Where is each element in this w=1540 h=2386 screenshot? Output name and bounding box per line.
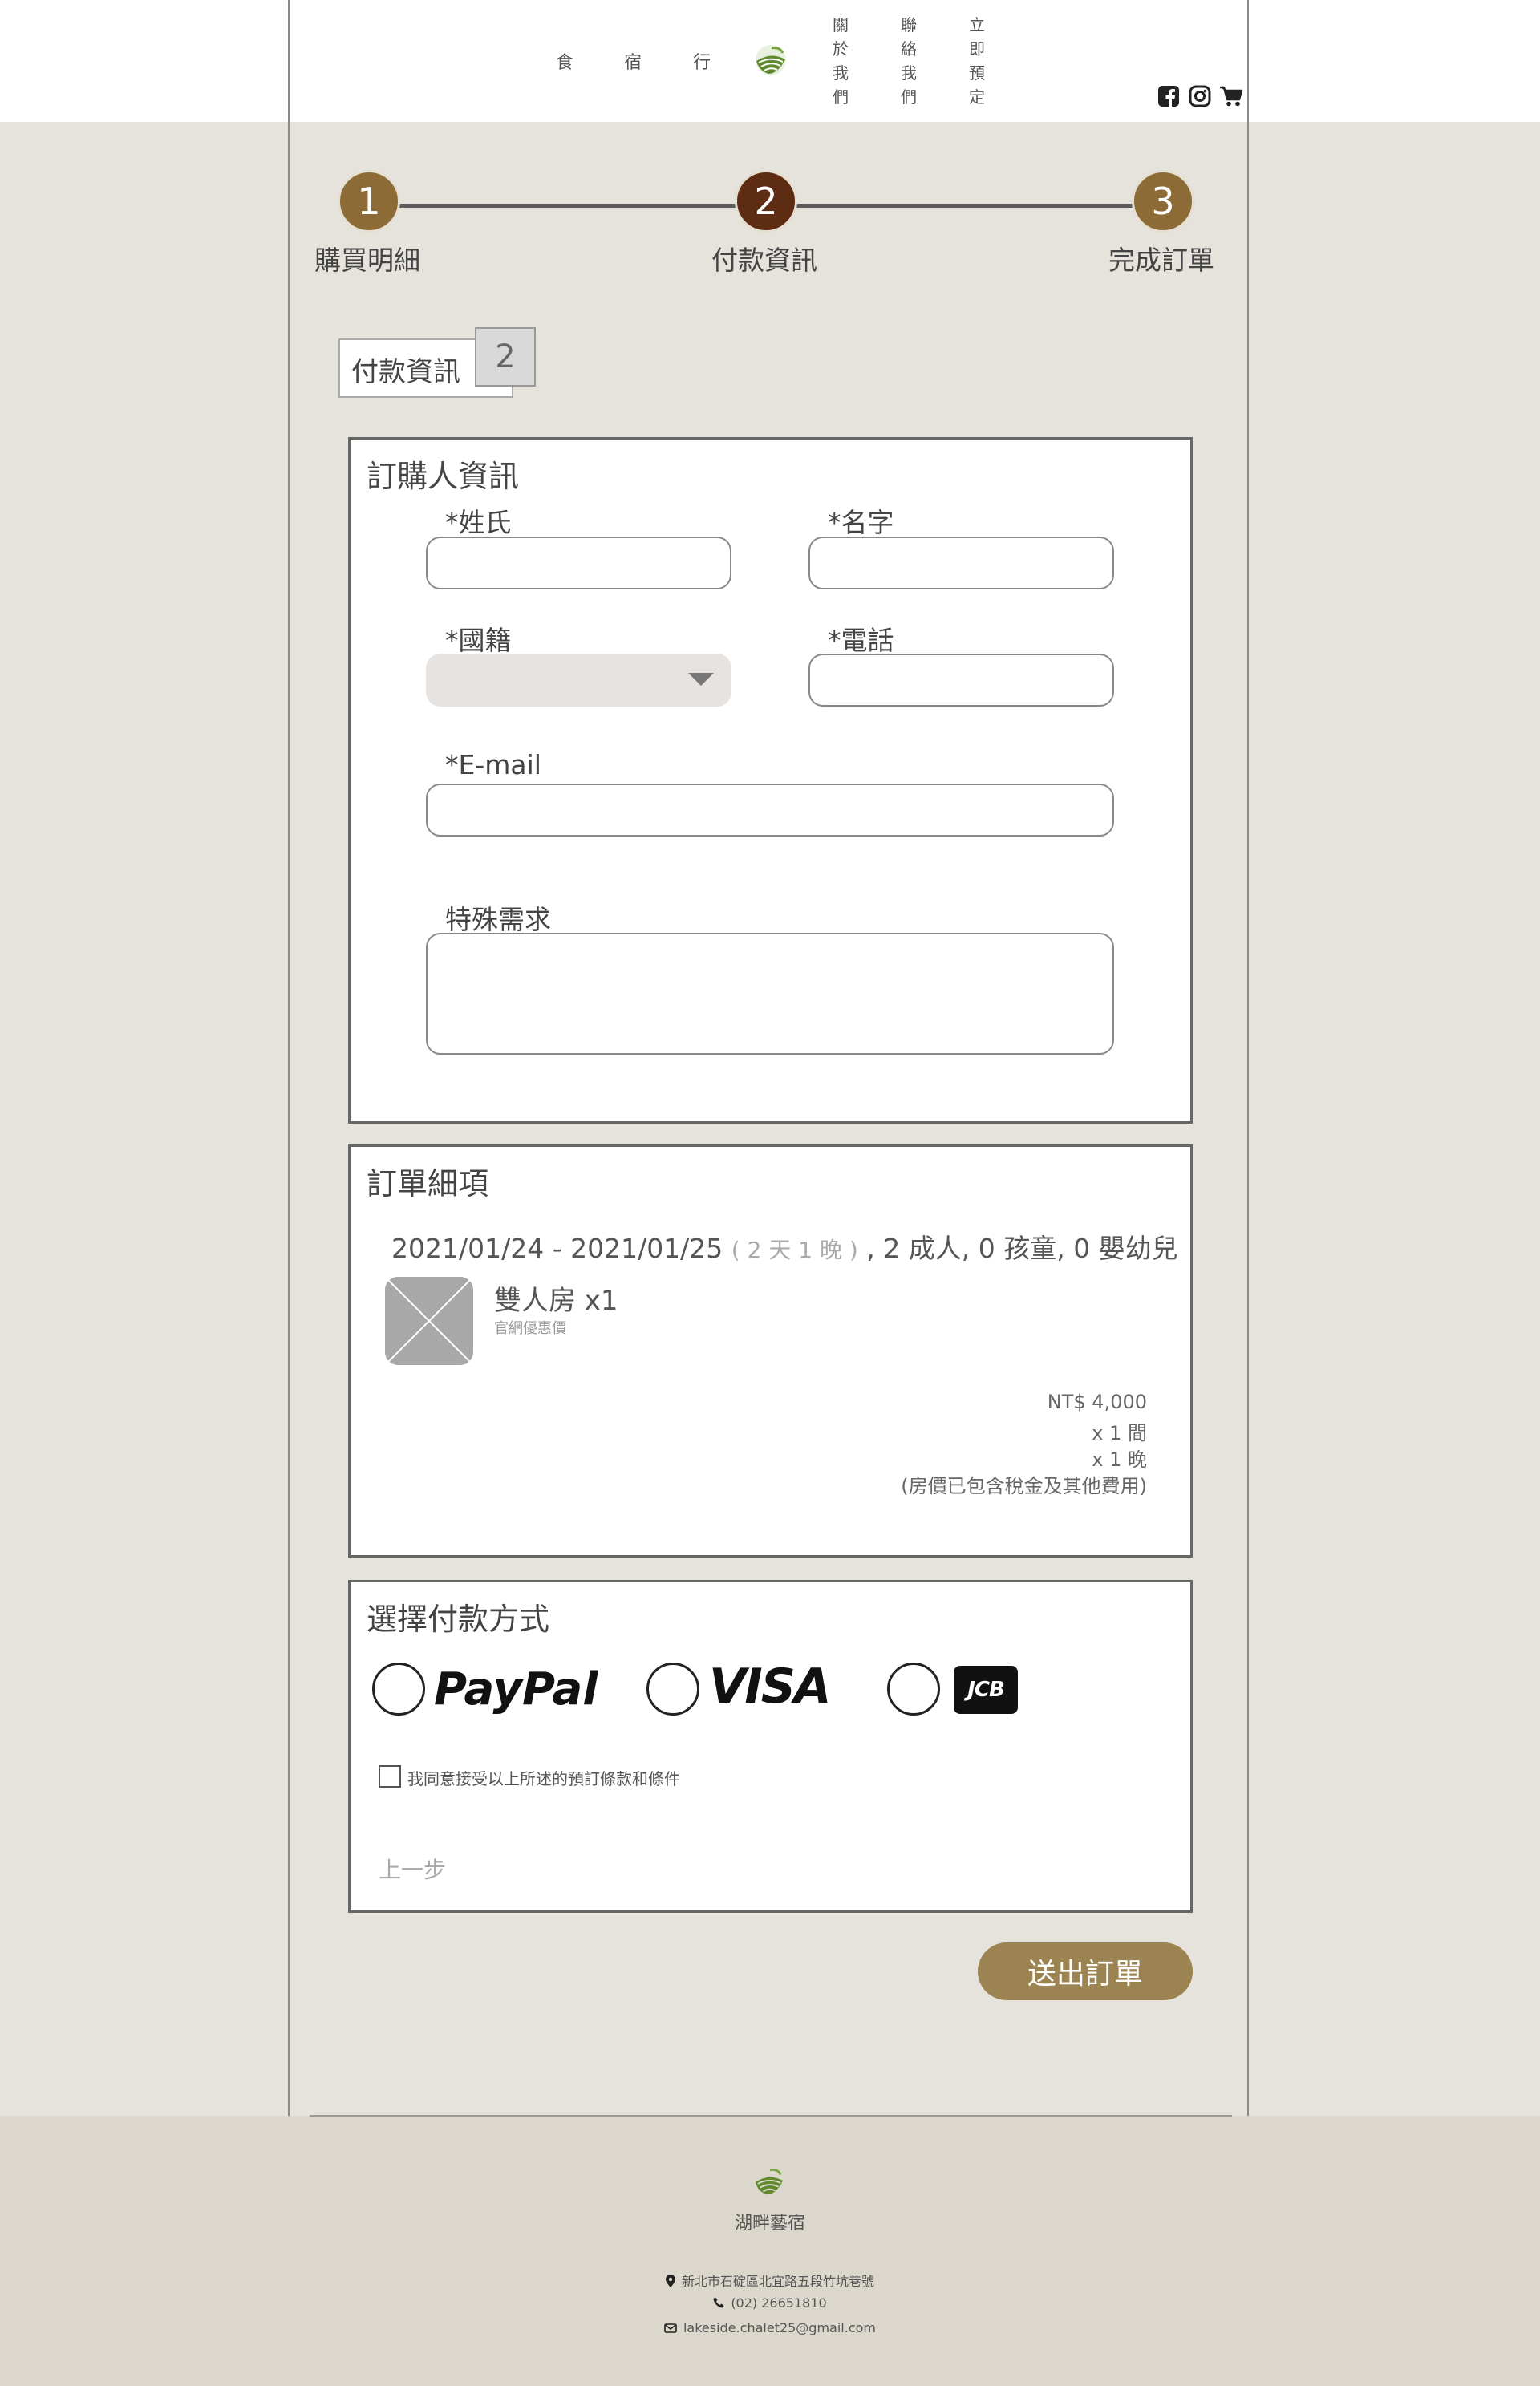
footer-phone: (02) 26651810: [0, 2295, 1540, 2311]
section-tab-number: 2: [475, 327, 536, 387]
step-2-label: 付款資訊: [711, 245, 817, 276]
location-pin-icon: [665, 2274, 675, 2291]
visa-radio[interactable]: [646, 1663, 699, 1716]
frame-right-border: [1247, 0, 1249, 2386]
room-count: x 1 間: [1092, 1422, 1147, 1444]
step-1-circle[interactable]: 1: [338, 170, 400, 233]
footer-email-text[interactable]: lakeside.chalet25@gmail.com: [683, 2320, 876, 2335]
step-1-label: 購買明細: [314, 245, 420, 276]
step-2-circle[interactable]: 2: [735, 170, 797, 233]
step-3-label: 完成訂單: [1108, 245, 1214, 276]
mail-icon: [664, 2321, 677, 2336]
footer-divider: [310, 2115, 1232, 2117]
footer-logo-icon: [753, 2165, 785, 2198]
last-name-input[interactable]: [426, 537, 732, 589]
footer-address-text: 新北市石碇區北宜路五段竹坑巷號: [681, 2274, 874, 2289]
special-request-textarea[interactable]: [426, 933, 1114, 1055]
order-details-title: 訂單細項: [367, 1166, 489, 1201]
nav-about[interactable]: 關於我們: [829, 13, 852, 109]
footer-address: 新北市石碇區北宜路五段竹坑巷號: [0, 2271, 1540, 2291]
nationality-label: *國籍: [445, 625, 512, 656]
cart-icon[interactable]: [1219, 85, 1243, 107]
buyer-info-title: 訂購人資訊: [367, 459, 520, 494]
jcb-radio[interactable]: [887, 1663, 940, 1716]
room-image-placeholder: [385, 1277, 473, 1365]
first-name-label: *名字: [828, 507, 894, 538]
step-3-circle[interactable]: 3: [1132, 170, 1194, 233]
footer-brand-name: 湖畔藝宿: [734, 2214, 805, 2234]
jcb-logo: JCB: [954, 1666, 1018, 1714]
rate-name: 官網優惠價: [494, 1320, 566, 1337]
first-name-input[interactable]: [808, 537, 1114, 589]
logo-icon[interactable]: [754, 43, 788, 77]
jcb-logo-text: JCB: [967, 1678, 1005, 1702]
tax-note: (房價已包含稅金及其他費用): [901, 1475, 1147, 1497]
footer-email: lakeside.chalet25@gmail.com: [0, 2320, 1540, 2336]
payment-title: 選擇付款方式: [367, 1602, 550, 1637]
site-footer: [0, 2116, 1540, 2386]
visa-logo: VISA: [709, 1659, 831, 1715]
nationality-select[interactable]: [426, 654, 732, 707]
footer-phone-text: (02) 26651810: [731, 2295, 827, 2311]
nav-stay[interactable]: 宿: [624, 48, 643, 74]
email-label: *E-mail: [445, 749, 541, 780]
order-dates: 2021/01/24 - 2021/01/25: [391, 1233, 723, 1264]
paypal-radio[interactable]: [372, 1663, 425, 1716]
nav-book[interactable]: 立即預定: [966, 13, 988, 109]
nav-food[interactable]: 食: [556, 48, 575, 74]
previous-step-link[interactable]: 上一步: [379, 1853, 446, 1885]
order-nights: ( 2 天 1 晚 ): [731, 1237, 858, 1263]
night-count: x 1 晚: [1092, 1448, 1147, 1471]
facebook-icon[interactable]: [1157, 85, 1180, 107]
room-price: NT$ 4,000: [1047, 1391, 1147, 1413]
agree-checkbox[interactable]: [379, 1765, 401, 1788]
instagram-icon[interactable]: [1189, 85, 1211, 107]
email-input[interactable]: [426, 784, 1114, 837]
phone-input[interactable]: [808, 654, 1114, 707]
agree-label: 我同意接受以上所述的預訂條款和條件: [407, 1769, 680, 1788]
nav-contact[interactable]: 聯絡我們: [898, 13, 920, 109]
room-name: 雙人房 x1: [494, 1285, 618, 1317]
order-summary-line: 2021/01/24 - 2021/01/25 ( 2 天 1 晚 ) , 2 …: [391, 1227, 1178, 1266]
last-name-label: *姓氏: [445, 507, 512, 538]
paypal-logo: PayPal: [434, 1663, 598, 1716]
frame-left-border: [288, 0, 290, 2386]
order-guests: , 2 成人, 0 孩童, 0 嬰幼兒: [866, 1233, 1178, 1264]
submit-order-button[interactable]: 送出訂單: [978, 1942, 1193, 2000]
nav-travel[interactable]: 行: [693, 48, 712, 74]
section-tab-label: 付款資訊: [351, 356, 460, 388]
phone-label: *電話: [828, 625, 894, 656]
chevron-down-icon[interactable]: [688, 673, 714, 686]
special-request-label: 特殊需求: [445, 904, 551, 935]
phone-icon: [713, 2296, 724, 2311]
